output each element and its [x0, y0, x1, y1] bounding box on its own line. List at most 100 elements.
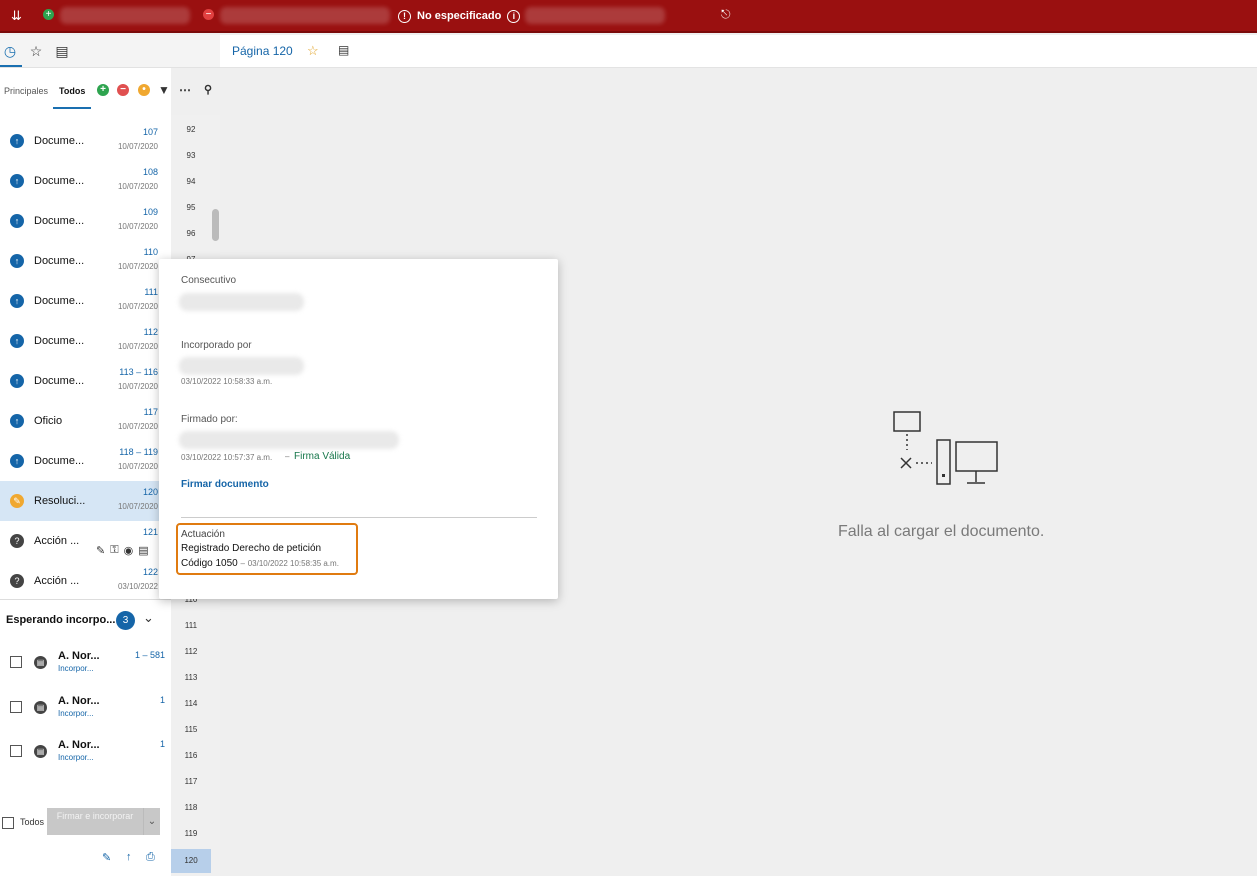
- history-icon[interactable]: ◷: [2, 43, 18, 59]
- page-number[interactable]: 116: [171, 751, 211, 760]
- page-number[interactable]: 119: [171, 829, 211, 838]
- waiting-item-title: A. Nor...: [58, 739, 100, 751]
- view-document-icon[interactable]: ▤: [138, 544, 148, 557]
- page-number[interactable]: 117: [171, 777, 211, 786]
- document-number: 117: [143, 407, 158, 417]
- active-indicator: [0, 65, 22, 67]
- add-icon[interactable]: +: [43, 9, 54, 20]
- waiting-item-subtitle: Incorpor...: [58, 709, 94, 718]
- incorporado-label: Incorporado por: [181, 340, 252, 351]
- select-all-checkbox[interactable]: [2, 817, 14, 829]
- document-date: 10/07/2020: [117, 462, 158, 471]
- page-number[interactable]: 95: [171, 203, 211, 212]
- chevron-down-icon[interactable]: ⌄: [143, 808, 160, 835]
- page-number[interactable]: 112: [171, 647, 211, 656]
- document-date: 10/07/2020: [117, 262, 158, 271]
- document-row[interactable]: ↑ Docume... 118 – 119 10/07/2020: [0, 441, 160, 481]
- page-number[interactable]: 114: [171, 699, 211, 708]
- page-title: Página 120: [232, 44, 293, 58]
- waiting-item[interactable]: ▤ A. Nor... Incorpor... 1 – 581: [0, 641, 171, 685]
- print-icon[interactable]: ⎙: [146, 851, 155, 864]
- upload-icon: ↑: [10, 334, 24, 348]
- document-row[interactable]: ↑ Docume... 107 10/07/2020: [0, 121, 160, 161]
- viewer-header: Página 120 ☆ ▤: [220, 35, 1257, 68]
- document-number: 111: [144, 287, 158, 297]
- upload-icon[interactable]: ↑: [126, 851, 132, 863]
- sign-document-link[interactable]: Firmar documento: [181, 479, 269, 490]
- waiting-label: Esperando incorpo...: [6, 614, 116, 626]
- upload-icon: ↑: [10, 414, 24, 428]
- tab-todos[interactable]: Todos: [59, 86, 85, 96]
- scrollbar[interactable]: [212, 209, 219, 241]
- document-title: Oficio: [34, 415, 63, 427]
- waiting-count-badge: 3: [116, 611, 135, 630]
- tab-underline: [53, 107, 91, 109]
- page-number[interactable]: 113: [171, 673, 211, 682]
- page-number[interactable]: 93: [171, 151, 211, 160]
- status-text: No especificado: [417, 10, 502, 22]
- document-row[interactable]: ↑ Docume... 108 10/07/2020: [0, 161, 160, 201]
- document-date: 10/07/2020: [117, 382, 158, 391]
- classification-status[interactable]: ! No especificado i: [398, 7, 521, 25]
- pending-icon[interactable]: •: [138, 84, 150, 96]
- document-number: 120: [142, 487, 158, 497]
- upload-icon: ↑: [10, 214, 24, 228]
- document-row[interactable]: ↑ Docume... 109 10/07/2020: [0, 201, 160, 241]
- page-number-current[interactable]: 120: [171, 849, 211, 873]
- page-number[interactable]: 96: [171, 229, 211, 238]
- document-row-selected[interactable]: ✎ Resoluci... 120 10/07/2020: [0, 481, 160, 521]
- waiting-item-number: 1: [159, 695, 165, 705]
- item-checkbox[interactable]: [10, 745, 22, 757]
- comment-icon[interactable]: ▤: [54, 43, 70, 59]
- add-icon[interactable]: +: [97, 84, 109, 96]
- document-row[interactable]: ↑ Docume... 111 10/07/2020: [0, 281, 160, 321]
- lock-icon[interactable]: ⚿: [110, 544, 118, 557]
- question-icon: ?: [10, 534, 24, 548]
- search-icon[interactable]: ⚲: [202, 84, 214, 96]
- document-date: 10/07/2020: [117, 302, 158, 311]
- comment-icon[interactable]: ▤: [338, 43, 349, 57]
- hide-icon[interactable]: ◉: [124, 544, 134, 557]
- actuacion-label: Actuación: [181, 529, 225, 540]
- page-number[interactable]: 94: [171, 177, 211, 186]
- collapse-icon[interactable]: ⇊: [11, 9, 22, 22]
- page-number[interactable]: 92: [171, 125, 211, 134]
- waiting-item[interactable]: ▤ A. Nor... Incorpor... 1: [0, 686, 171, 730]
- item-checkbox[interactable]: [10, 701, 22, 713]
- page-number[interactable]: 118: [171, 803, 211, 812]
- chevron-down-icon[interactable]: ⌄: [143, 610, 154, 626]
- remove-icon[interactable]: −: [203, 9, 214, 20]
- waiting-item-subtitle: Incorpor...: [58, 753, 94, 762]
- document-number: 110: [143, 247, 158, 257]
- document-row[interactable]: ↑ Docume... 110 10/07/2020: [0, 241, 160, 281]
- document-row[interactable]: ↑ Docume... 112 10/07/2020: [0, 321, 160, 361]
- waiting-item[interactable]: ▤ A. Nor... Incorpor... 1: [0, 730, 171, 774]
- waiting-section-header[interactable]: Esperando incorpo... 3 ⌄: [0, 599, 171, 641]
- page-number[interactable]: 115: [171, 725, 211, 734]
- tab-principales[interactable]: Principales: [4, 86, 48, 96]
- edit-document-icon[interactable]: ✎: [102, 851, 111, 864]
- document-row[interactable]: ↑ Oficio 117 10/07/2020: [0, 401, 160, 441]
- tree-structure-icon[interactable]: ⎋: [721, 8, 731, 21]
- edit-icon[interactable]: ✎: [96, 544, 105, 557]
- document-date: 10/07/2020: [117, 182, 158, 191]
- more-icon[interactable]: ⋯: [179, 84, 191, 96]
- document-title: Docume...: [34, 255, 85, 267]
- document-row[interactable]: ↑ Docume... 113 – 116 10/07/2020: [0, 361, 160, 401]
- document-date: 10/07/2020: [117, 342, 158, 351]
- upload-icon: ↑: [10, 374, 24, 388]
- remove-icon[interactable]: −: [117, 84, 129, 96]
- item-checkbox[interactable]: [10, 656, 22, 668]
- page-number[interactable]: 111: [171, 621, 211, 630]
- filter-icon[interactable]: ▼: [158, 84, 170, 96]
- info-icon[interactable]: i: [507, 9, 521, 23]
- star-icon[interactable]: ☆: [28, 43, 44, 59]
- star-icon[interactable]: ☆: [307, 43, 319, 59]
- upload-icon: ↑: [10, 174, 24, 188]
- document-number: 118 – 119: [119, 447, 158, 457]
- firmado-label: Firmado por:: [181, 414, 238, 425]
- document-row[interactable]: ? Acción ... 122 03/10/2022: [0, 561, 160, 601]
- question-icon: ?: [10, 574, 24, 588]
- sign-and-incorporate-button[interactable]: Firmar e incorporar: [47, 808, 143, 835]
- document-title: Docume...: [34, 375, 85, 387]
